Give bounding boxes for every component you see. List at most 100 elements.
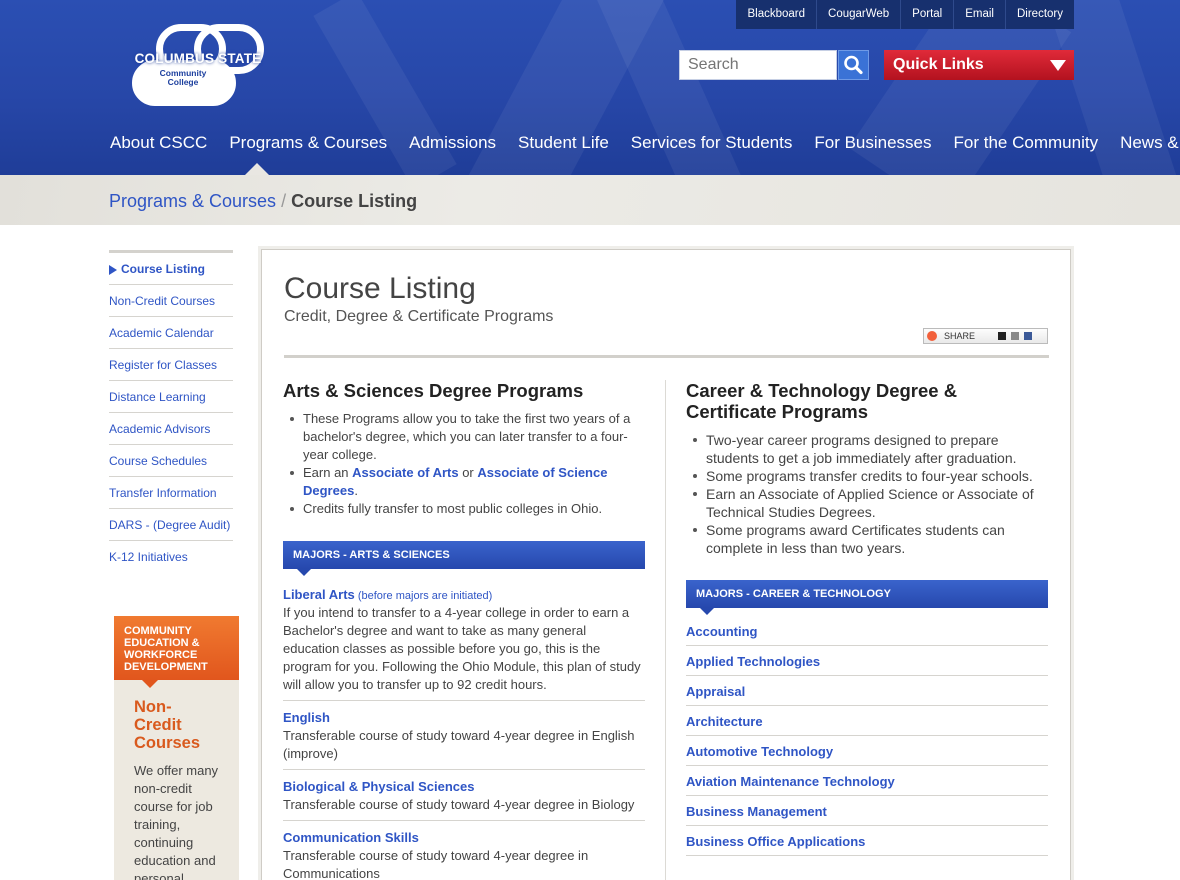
band-notch xyxy=(297,569,311,576)
arts-heading: Arts & Sciences Degree Programs xyxy=(283,380,584,401)
majors-career-label: MAJORS - CAREER & TECHNOLOGY xyxy=(696,588,891,600)
nav-services-students[interactable]: Services for Students xyxy=(631,133,793,153)
logo-name: COLUMBUS STATE xyxy=(134,51,262,66)
promo-box[interactable]: COMMUNITY EDUCATION & WORKFORCE DEVELOPM… xyxy=(114,616,239,880)
site-header: Blackboard CougarWeb Portal Email Direct… xyxy=(0,0,1180,175)
sidebar-item-k12[interactable]: K-12 Initiatives xyxy=(109,541,233,572)
divider xyxy=(284,355,1049,358)
sidebar-item-schedules[interactable]: Course Schedules xyxy=(109,445,233,477)
promo-arrow xyxy=(142,680,158,688)
utility-link-blackboard[interactable]: Blackboard xyxy=(736,0,816,29)
career-heading: Career & Technology Degree & Certificate… xyxy=(686,380,958,422)
majors-career-band: MAJORS - CAREER & TECHNOLOGY xyxy=(686,580,1048,615)
share-plus-icon xyxy=(927,331,937,341)
page-title: Course Listing xyxy=(284,272,476,305)
promo-header: COMMUNITY EDUCATION & WORKFORCE DEVELOPM… xyxy=(114,616,239,680)
breadcrumb-bar: Programs & Courses / Course Listing xyxy=(0,175,1180,225)
delicious-icon xyxy=(998,332,1006,340)
career-bullet: Two-year career programs designed to pre… xyxy=(692,431,1048,467)
nav-community[interactable]: For the Community xyxy=(954,133,1099,153)
share-label: SHARE xyxy=(944,331,976,341)
career-majors-list: Accounting Applied Technologies Appraisa… xyxy=(686,616,1048,856)
page-subtitle: Credit, Degree & Certificate Programs xyxy=(284,308,554,325)
major-description: Transferable course of study toward 4-ye… xyxy=(283,848,589,880)
promo-text: We offer many non-credit course for job … xyxy=(134,763,219,880)
arts-bullet: Earn an Associate of Arts or Associate o… xyxy=(289,464,645,500)
major-description: Transferable course of study toward 4-ye… xyxy=(283,728,635,761)
sidebar-item-distance[interactable]: Distance Learning xyxy=(109,381,233,413)
breadcrumb: Programs & Courses / Course Listing xyxy=(109,191,417,212)
logo-line-college: College xyxy=(167,77,199,87)
sidebar-item-advisors[interactable]: Academic Advisors xyxy=(109,413,233,445)
career-major-link[interactable]: Applied Technologies xyxy=(686,646,1048,676)
nav-student-life[interactable]: Student Life xyxy=(518,133,609,153)
major-title[interactable]: Communication Skills xyxy=(283,830,419,845)
quick-links-dropdown[interactable]: Quick Links xyxy=(884,50,1074,80)
utility-nav: Blackboard CougarWeb Portal Email Direct… xyxy=(736,0,1074,29)
arts-majors-list: Liberal Arts (before majors are initiate… xyxy=(283,579,645,880)
associate-of-arts-link[interactable]: Associate of Arts xyxy=(352,465,458,480)
major-item: English Transferable course of study tow… xyxy=(283,701,645,770)
breadcrumb-separator: / xyxy=(281,191,287,211)
major-item: Liberal Arts (before majors are initiate… xyxy=(283,579,645,701)
career-bullet: Some programs transfer credits to four-y… xyxy=(692,467,1048,485)
major-description: Transferable course of study toward 4-ye… xyxy=(283,797,635,812)
share-button[interactable]: SHARE xyxy=(923,328,1048,344)
major-description: If you intend to transfer to a 4-year co… xyxy=(283,605,641,692)
career-tech-column: Career & Technology Degree & Certificate… xyxy=(686,380,1048,856)
digg-icon xyxy=(1011,332,1019,340)
active-nav-indicator xyxy=(244,163,270,175)
content-panel: Course Listing Credit, Degree & Certific… xyxy=(261,249,1071,880)
logo-subtitle: Community College xyxy=(130,69,236,87)
chevron-down-icon xyxy=(1050,60,1066,71)
sidebar-item-dars[interactable]: DARS - (Degree Audit) xyxy=(109,509,233,541)
breadcrumb-parent[interactable]: Programs & Courses xyxy=(109,191,276,211)
search-input[interactable] xyxy=(679,50,837,80)
major-title[interactable]: Liberal Arts xyxy=(283,587,355,602)
major-title[interactable]: Biological & Physical Sciences xyxy=(283,779,474,794)
utility-link-email[interactable]: Email xyxy=(953,0,1005,29)
promo-title[interactable]: Non-Credit Courses xyxy=(134,698,219,752)
sidebar-nav: Course Listing Non-Credit Courses Academ… xyxy=(109,250,233,572)
sidebar-item-calendar[interactable]: Academic Calendar xyxy=(109,317,233,349)
sidebar-item-transfer[interactable]: Transfer Information xyxy=(109,477,233,509)
career-major-link[interactable]: Architecture xyxy=(686,706,1048,736)
major-item: Communication Skills Transferable course… xyxy=(283,821,645,880)
sidebar-item-course-listing[interactable]: Course Listing xyxy=(109,253,233,285)
career-major-link[interactable]: Aviation Maintenance Technology xyxy=(686,766,1048,796)
majors-arts-band: MAJORS - ARTS & SCIENCES xyxy=(283,541,645,576)
nav-news-events[interactable]: News & Events xyxy=(1120,133,1180,153)
arts-bullet: Credits fully transfer to most public co… xyxy=(289,500,645,518)
utility-link-portal[interactable]: Portal xyxy=(900,0,953,29)
career-major-link[interactable]: Automotive Technology xyxy=(686,736,1048,766)
quick-links-label: Quick Links xyxy=(893,56,984,73)
career-major-link[interactable]: Business Management xyxy=(686,796,1048,826)
main-nav: About CSCC Programs & Courses Admissions… xyxy=(110,133,1180,153)
career-major-link[interactable]: Appraisal xyxy=(686,676,1048,706)
arts-bullet-text: or xyxy=(458,465,478,480)
arts-bullets: These Programs allow you to take the fir… xyxy=(289,410,645,518)
arts-bullet-text: Earn an xyxy=(303,465,353,480)
search-button[interactable] xyxy=(838,50,869,80)
sidebar-item-non-credit[interactable]: Non-Credit Courses xyxy=(109,285,233,317)
career-major-link[interactable]: Accounting xyxy=(686,616,1048,646)
facebook-icon xyxy=(1024,332,1032,340)
utility-link-directory[interactable]: Directory xyxy=(1004,0,1074,29)
sidebar-item-register[interactable]: Register for Classes xyxy=(109,349,233,381)
breadcrumb-current: Course Listing xyxy=(291,191,418,211)
college-logo[interactable]: COLUMBUS STATE Community College xyxy=(130,24,266,106)
major-title[interactable]: English xyxy=(283,710,330,725)
nav-programs-courses[interactable]: Programs & Courses xyxy=(229,133,387,153)
arts-bullet: These Programs allow you to take the fir… xyxy=(289,410,645,464)
nav-about[interactable]: About CSCC xyxy=(110,133,207,153)
utility-link-cougarweb[interactable]: CougarWeb xyxy=(816,0,900,29)
nav-admissions[interactable]: Admissions xyxy=(409,133,496,153)
major-item: Biological & Physical Sciences Transfera… xyxy=(283,770,645,821)
majors-arts-label: MAJORS - ARTS & SCIENCES xyxy=(293,549,450,561)
career-bullet: Some programs award Certificates student… xyxy=(692,521,1048,557)
nav-businesses[interactable]: For Businesses xyxy=(814,133,931,153)
column-divider xyxy=(665,380,666,880)
major-note: (before majors are initiated) xyxy=(354,590,493,602)
search-icon xyxy=(844,55,863,75)
career-major-link[interactable]: Business Office Applications xyxy=(686,826,1048,856)
